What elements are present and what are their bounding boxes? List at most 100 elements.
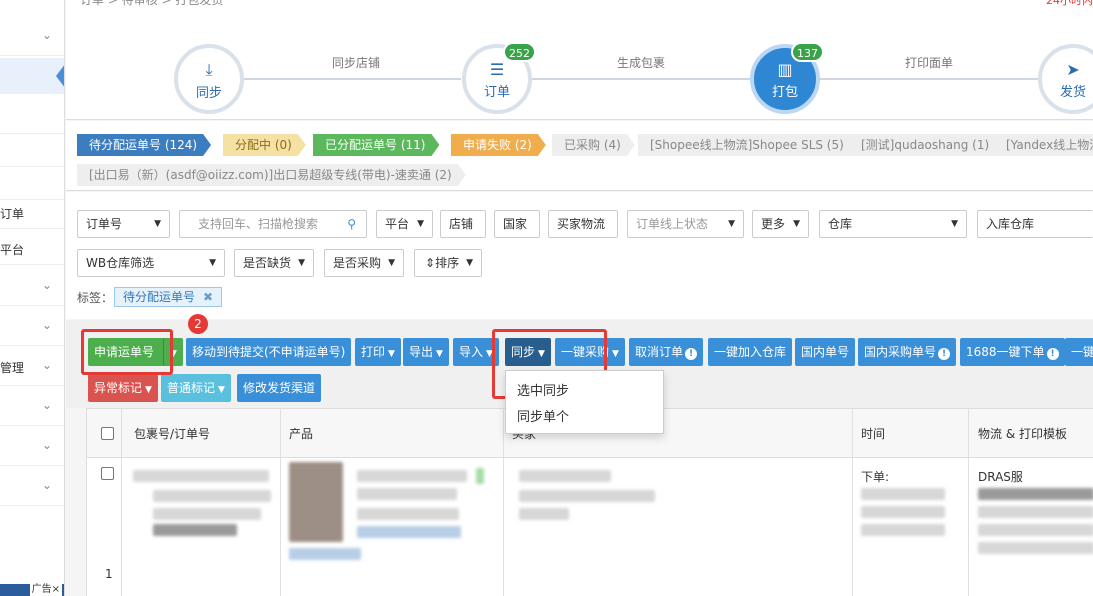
order-time-label: 下单: [861, 470, 890, 484]
buyer-logistics-button[interactable]: 买家物流 [548, 210, 618, 238]
connector-label: 生成包裹 [616, 56, 665, 70]
sidebar-item-11[interactable]: ⌄ [0, 426, 64, 466]
chevron-down-icon: ⌄ [41, 318, 52, 332]
blurred-link[interactable] [289, 548, 361, 560]
step-ship[interactable]: ➤ 发货 1 [1038, 44, 1093, 114]
tag-chip[interactable]: 待分配运单号 ✖ [114, 287, 223, 307]
tag-yandex[interactable]: [Yandex线上物流 [994, 134, 1093, 156]
more-actions-button[interactable]: 一键 [1065, 338, 1093, 366]
online-status-select[interactable]: 订单线上状态 ▼ [627, 210, 744, 238]
sidebar-item-manage[interactable]: 管理 ⌄ [0, 346, 64, 386]
domestic-purchase-no-button[interactable]: 国内采购单号! [858, 338, 957, 366]
sidebar-item-platform[interactable]: 平台 [0, 229, 64, 265]
count-badge: 137 [791, 42, 824, 62]
export-button[interactable]: 导出 ▼ [403, 338, 449, 366]
blurred-text [978, 542, 1093, 554]
blurred-text [861, 524, 945, 536]
print-button[interactable]: 打印 ▼ [355, 338, 401, 366]
cancel-order-button[interactable]: 取消订单! [629, 338, 704, 366]
column-divider [280, 408, 281, 596]
sidebar-item-active[interactable] [0, 58, 64, 94]
wb-warehouse-select[interactable]: WB仓库筛选 ▼ [77, 249, 225, 277]
inbound-warehouse-select[interactable]: 入库仓库 [977, 210, 1093, 238]
sidebar-item-orders[interactable]: 订单 [0, 193, 64, 229]
download-icon: ⤓ [205, 60, 213, 79]
tag-shopee-sls[interactable]: [Shopee线上物流]Shopee SLS (5) [638, 134, 858, 156]
tag-purchased[interactable]: 已采购 (4) [552, 134, 635, 156]
step-marker-2: 2 [188, 314, 208, 334]
sidebar-item-7[interactable]: ⌄ [0, 266, 64, 306]
step-connector [241, 78, 461, 80]
blurred-text [357, 526, 461, 538]
close-icon[interactable]: ✖ [203, 290, 213, 304]
add-to-warehouse-button[interactable]: 一键加入仓库 [708, 338, 793, 366]
connector-label: 同步店铺 [331, 56, 380, 70]
tag-assigning[interactable]: 分配中 (0) [223, 134, 306, 156]
caret-down-icon: ▼ [951, 219, 958, 229]
order-no-select[interactable]: 订单号 ▼ [77, 210, 170, 238]
highlight-box-apply [81, 329, 173, 375]
order-1688-button[interactable]: 1688一键下单! [960, 338, 1065, 366]
tag-label: 标签： [77, 291, 114, 305]
sidebar-item-1[interactable]: ⌄ [0, 16, 64, 56]
workflow-steps: 同步店铺 生成包裹 打印面单 ⤓ 同步 ☰ 订单 252 ▥ 打包 137 ➤ … [66, 18, 1093, 120]
sort-button[interactable]: ⇕排序 ▼ [414, 249, 482, 277]
breadcrumb: 订单 > 待审核 > 打包发货 [80, 0, 224, 7]
warehouse-select[interactable]: 仓库 ▼ [819, 210, 967, 238]
step-orders[interactable]: ☰ 订单 252 [462, 42, 536, 114]
top-bar: 订单 > 待审核 > 打包发货 24小时内 [66, 0, 1093, 18]
search-input[interactable]: 支持回车、扫描枪搜索 ⚲ [179, 210, 367, 238]
tag-pending-tracking[interactable]: 待分配运单号 (124) [77, 134, 211, 156]
blurred-text [357, 488, 457, 500]
abnormal-mark-button[interactable]: 异常标记 ▼ [88, 374, 158, 402]
menu-item-sync-single[interactable]: 同步单个 [517, 406, 569, 425]
modify-channel-button[interactable]: 修改发货渠道 [237, 374, 322, 402]
country-button[interactable]: 国家 [494, 210, 540, 238]
active-indicator [56, 64, 64, 88]
chevron-down-icon: ⌄ [41, 478, 52, 492]
tag-assigned[interactable]: 已分配运单号 (11) [313, 134, 439, 156]
caret-down-icon: ▼ [154, 219, 161, 229]
purchased-button[interactable]: 是否采购 ▼ [324, 249, 404, 277]
row-number: 1 [105, 567, 113, 581]
step-pack[interactable]: ▥ 打包 137 [750, 42, 824, 114]
sidebar-item-12[interactable]: ⌄ [0, 466, 64, 506]
normal-mark-button[interactable]: 普通标记 ▼ [161, 374, 231, 402]
tag-qudaoshang[interactable]: [测试]qudaoshang (1) [849, 134, 1003, 156]
select-all-checkbox[interactable] [101, 427, 114, 440]
send-icon: ➤ [1066, 60, 1080, 79]
blurred-text [861, 506, 945, 518]
caret-down-icon: ▼ [145, 385, 152, 395]
step-connector [532, 78, 752, 80]
sort-icon: ⇕ [425, 256, 436, 270]
chevron-down-icon: ⌄ [41, 358, 52, 372]
filter-panel: 订单号 ▼ 支持回车、扫描枪搜索 ⚲ 平台 ▼ 店铺 国家 买家物流 订单线上状态 ▼ … [66, 192, 1093, 319]
caret-down-icon: ▼ [417, 219, 424, 229]
sidebar-item-8[interactable]: ⌄ [0, 306, 64, 346]
more-button[interactable]: 更多 ▼ [752, 210, 809, 238]
info-icon: ! [685, 348, 698, 360]
platform-button[interactable]: 平台 ▼ [376, 210, 433, 238]
step-connector [820, 78, 1040, 80]
store-button[interactable]: 店铺 [440, 210, 486, 238]
tag-failed[interactable]: 申请失败 (2) [451, 134, 546, 156]
menu-item-sync-selected[interactable]: 选中同步 [517, 380, 569, 399]
ad-banner[interactable]: 广告× [0, 584, 64, 596]
blurred-text [153, 524, 237, 536]
chevron-down-icon: ⌄ [41, 278, 52, 292]
tag-chukou1[interactable]: [出口易（新）(asdf@oiizz.com)]出口易超级专线(带电)-速卖通 … [77, 164, 466, 186]
out-of-stock-button[interactable]: 是否缺货 ▼ [234, 249, 314, 277]
row-checkbox[interactable] [101, 467, 114, 480]
domestic-no-button[interactable]: 国内单号 [795, 338, 856, 366]
blurred-text [519, 490, 655, 502]
step-sync[interactable]: ⤓ 同步 [174, 44, 244, 114]
caret-down-icon: ▼ [466, 258, 473, 268]
sidebar-item-10[interactable]: ⌄ [0, 386, 64, 426]
corner-notice: 24小时内 [1046, 0, 1093, 7]
status-tags: 待分配运单号 (124) 分配中 (0) 已分配运单号 (11) 申请失败 (2… [66, 121, 1093, 191]
blurred-text [357, 508, 459, 520]
blurred-text [978, 524, 1093, 536]
move-pending-button[interactable]: 移动到待提交(不申请运单号) [186, 338, 352, 366]
column-divider [503, 408, 504, 596]
column-divider [121, 408, 122, 596]
